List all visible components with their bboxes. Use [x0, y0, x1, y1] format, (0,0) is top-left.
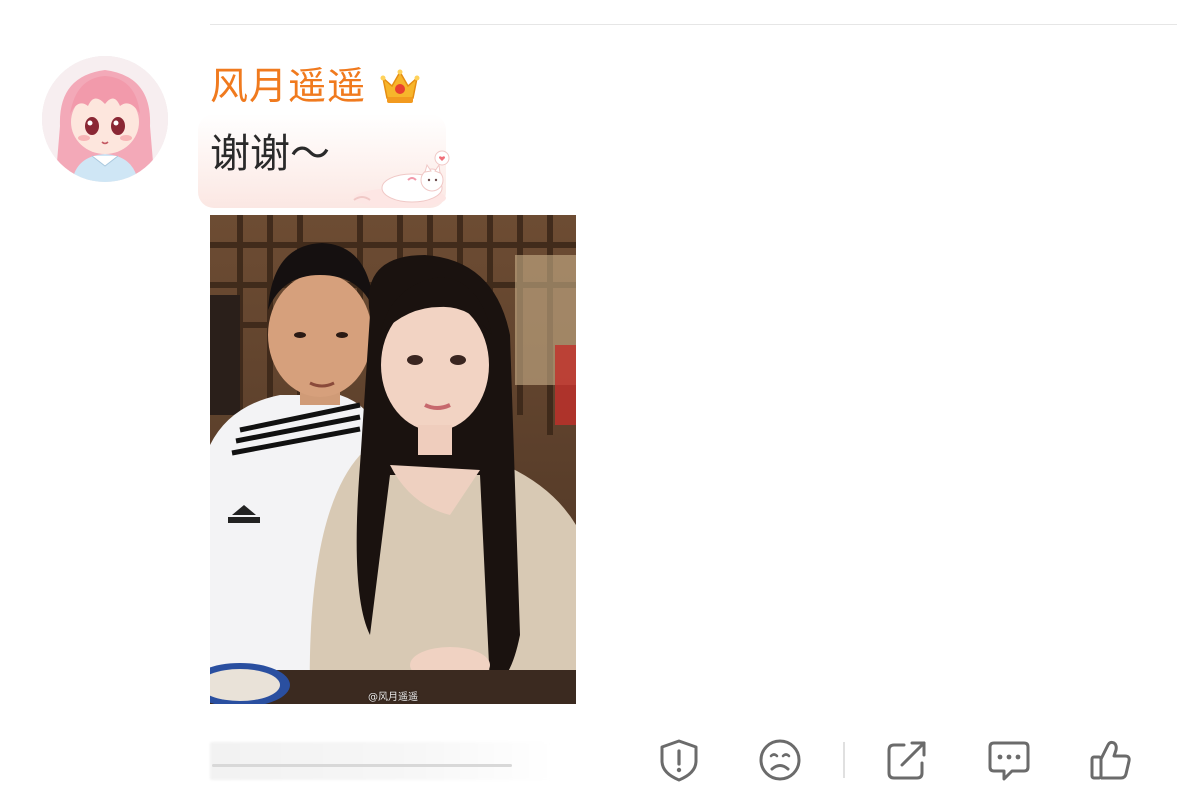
user-avatar[interactable]: [42, 56, 168, 182]
comment-icon: [988, 741, 1030, 781]
reply-button[interactable]: [986, 737, 1032, 783]
actions-separator: [843, 742, 845, 778]
footer-line: [212, 764, 512, 767]
share-icon: [887, 741, 926, 780]
photo-watermark: @风月遥遥: [368, 692, 418, 703]
share-button[interactable]: [884, 737, 930, 783]
like-button[interactable]: [1088, 737, 1134, 783]
sad-face-icon: [759, 739, 801, 781]
top-divider: [210, 24, 1177, 25]
username[interactable]: 风月遥遥: [210, 67, 366, 105]
footer-placeholder: [210, 742, 552, 780]
cat-sticker-icon: [353, 150, 450, 208]
shield-alert-icon: [660, 739, 698, 782]
username-row: 风月遥遥: [210, 60, 422, 112]
thumbs-up-icon: [1090, 740, 1131, 780]
comment-text: 谢谢～: [210, 131, 330, 177]
crown-icon: [380, 69, 420, 103]
comment-photo[interactable]: [210, 215, 576, 704]
dislike-button[interactable]: [757, 737, 803, 783]
report-button[interactable]: [656, 737, 702, 783]
